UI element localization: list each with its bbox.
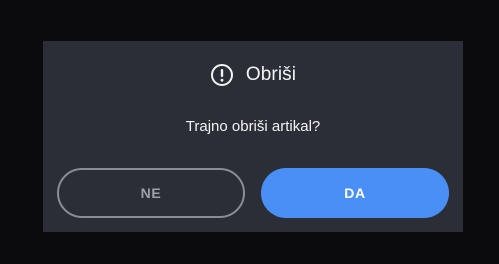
delete-confirm-dialog: Obriši Trajno obriši artikal? NE DA	[43, 41, 463, 232]
modal-backdrop: Obriši Trajno obriši artikal? NE DA	[0, 0, 499, 264]
dialog-header: Obriši	[43, 63, 463, 87]
confirm-delete-button[interactable]: DA	[261, 168, 449, 218]
cancel-button[interactable]: NE	[57, 168, 245, 218]
cancel-button-label: NE	[140, 185, 162, 201]
dialog-message: Trajno obriši artikal?	[185, 118, 321, 135]
exclamation-circle-icon	[210, 63, 234, 87]
confirm-button-label: DA	[344, 185, 366, 201]
dialog-title: Obriši	[245, 64, 297, 85]
